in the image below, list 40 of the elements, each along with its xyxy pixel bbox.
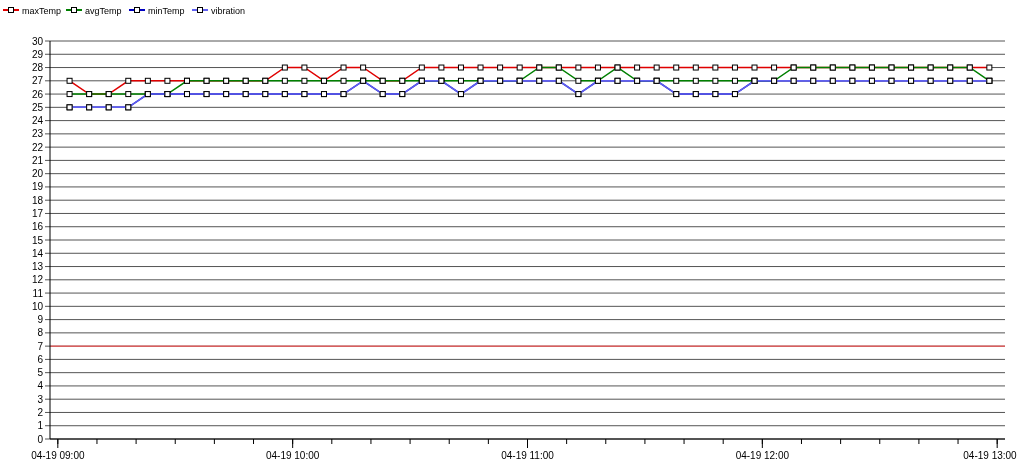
x-axis-label: 04-19 12:00 bbox=[735, 450, 790, 461]
y-axis-label: 28 bbox=[31, 62, 43, 74]
y-axis-label: 22 bbox=[31, 141, 43, 153]
y-axis-label: 4 bbox=[37, 380, 43, 392]
y-axis-label: 30 bbox=[31, 35, 43, 47]
y-axis-label: 23 bbox=[31, 128, 43, 140]
y-axis-label: 10 bbox=[31, 300, 43, 312]
y-axis-label: 0 bbox=[37, 433, 43, 445]
y-axis-label: 3 bbox=[37, 393, 43, 405]
y-axis-label: 15 bbox=[31, 234, 43, 246]
x-axis-label: 04-19 09:00 bbox=[31, 450, 85, 461]
y-axis-label: 27 bbox=[31, 75, 43, 87]
y-axis-label: 18 bbox=[31, 194, 43, 206]
y-axis-label: 24 bbox=[31, 115, 43, 127]
y-axis-label: 20 bbox=[31, 168, 43, 180]
y-axis-label: 11 bbox=[32, 287, 43, 299]
y-axis-label: 5 bbox=[37, 367, 43, 379]
y-axis-label: 12 bbox=[31, 274, 43, 286]
x-axis-label: 04-19 13:00 bbox=[963, 450, 1017, 461]
y-axis-label: 7 bbox=[37, 340, 43, 352]
y-axis-label: 26 bbox=[31, 88, 43, 100]
y-axis-label: 25 bbox=[31, 101, 43, 113]
y-axis-label: 1 bbox=[37, 420, 43, 432]
y-axis-label: 8 bbox=[37, 327, 43, 339]
legend-label: minTemp bbox=[148, 5, 185, 16]
y-axis-label: 9 bbox=[37, 314, 43, 326]
legend-label: avgTemp bbox=[85, 5, 122, 16]
x-axis-label: 04-19 11:00 bbox=[501, 450, 554, 461]
y-axis-label: 17 bbox=[31, 207, 43, 219]
y-axis-label: 16 bbox=[31, 221, 43, 233]
y-axis-label: 21 bbox=[31, 154, 43, 166]
y-axis-label: 2 bbox=[37, 406, 43, 418]
y-axis-label: 6 bbox=[37, 353, 43, 365]
y-axis-label: 13 bbox=[31, 261, 43, 273]
y-axis-label: 19 bbox=[31, 181, 43, 193]
y-axis-label: 29 bbox=[31, 48, 43, 60]
legend-label: vibration bbox=[211, 5, 246, 16]
legend-label: maxTemp bbox=[22, 5, 61, 16]
y-axis-label: 14 bbox=[31, 247, 43, 259]
x-axis-label: 04-19 10:00 bbox=[265, 450, 320, 461]
